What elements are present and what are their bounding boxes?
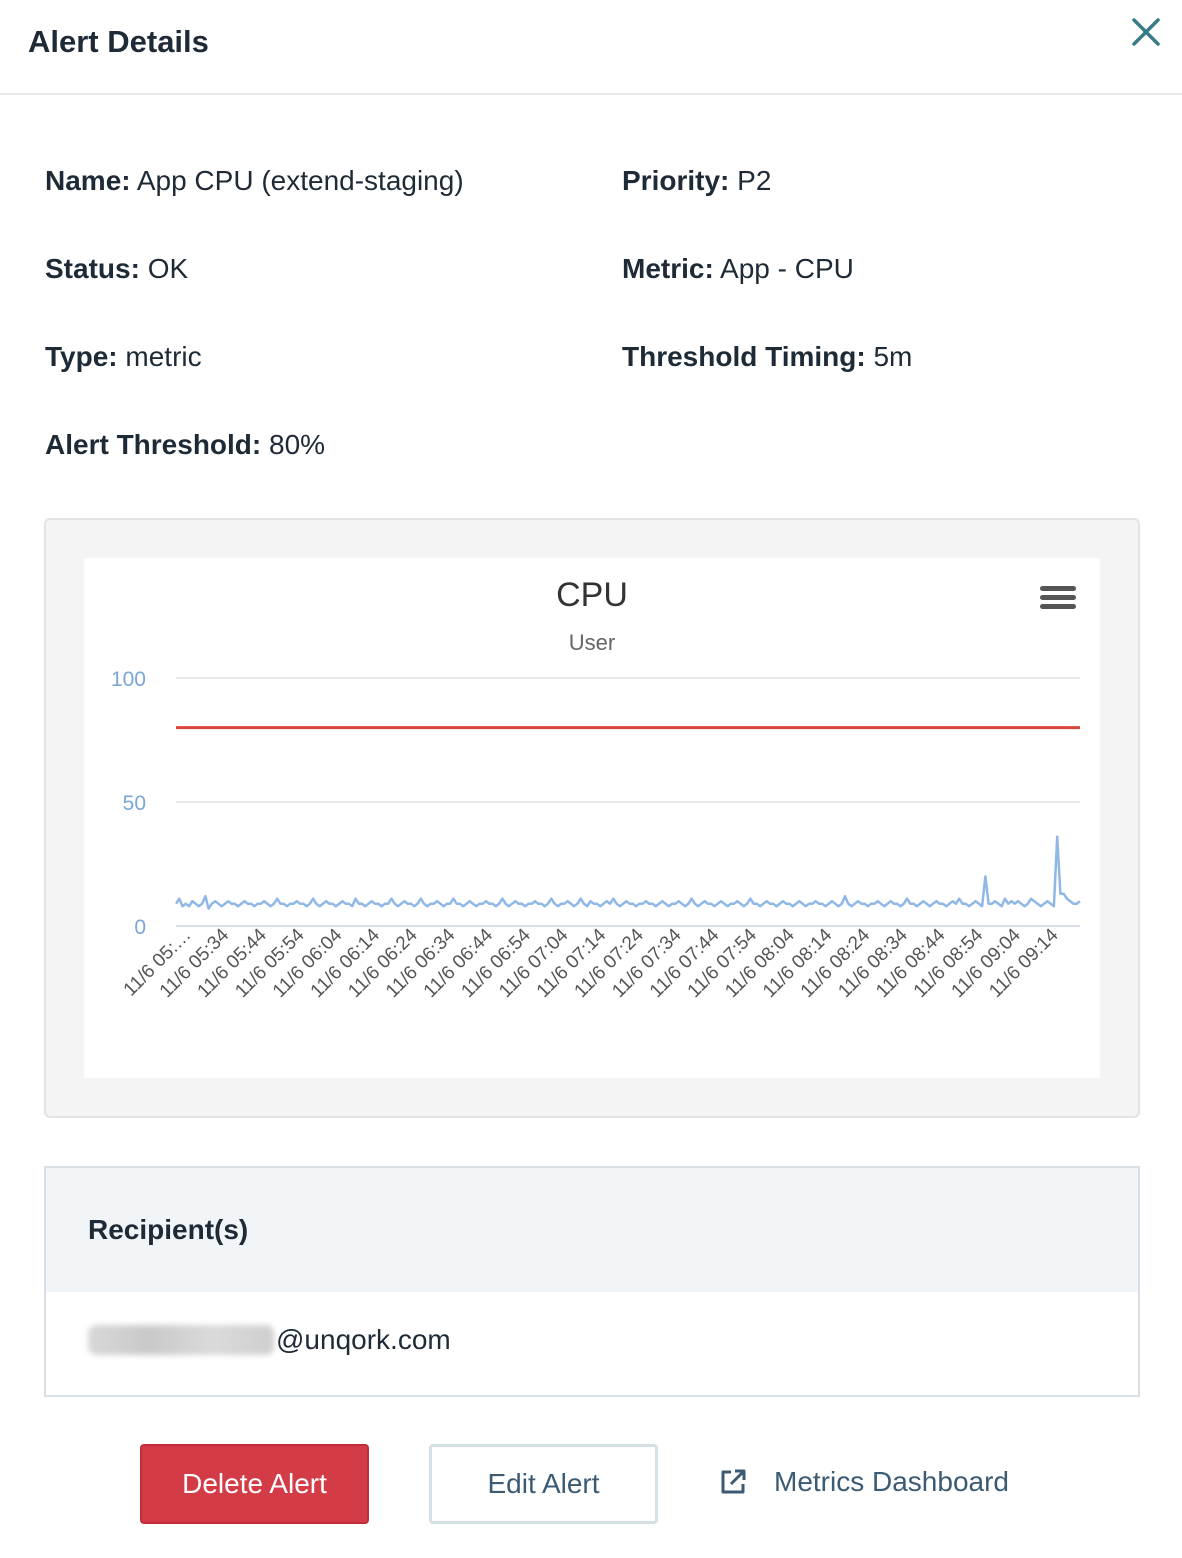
detail-metric-label: Metric: [622, 253, 714, 284]
detail-type-value: metric [125, 341, 202, 372]
chart-menu-button[interactable] [1040, 586, 1076, 616]
menu-icon-bar [1040, 595, 1076, 600]
detail-type: Type: metric [45, 341, 202, 373]
detail-status-label: Status: [45, 253, 140, 284]
detail-threshold-timing-value: 5m [873, 341, 913, 372]
chart-card: CPU User 0 50 100 11/6 05:… 11/6 05:34 11/6 … [44, 518, 1140, 1118]
redacted-email-user [88, 1325, 274, 1355]
y-tick-label: 50 [123, 792, 146, 815]
detail-threshold-timing: Threshold Timing: 5m [622, 341, 912, 373]
metrics-dashboard-label: Metrics Dashboard [774, 1466, 1009, 1497]
detail-alert-threshold-label: Alert Threshold: [45, 429, 262, 460]
detail-priority-label: Priority: [622, 165, 730, 196]
menu-icon-bar [1040, 586, 1076, 591]
recipients-title: Recipient(s) [88, 1214, 249, 1245]
detail-metric: Metric: App - CPU [622, 253, 854, 285]
edit-alert-button[interactable]: Edit Alert [429, 1444, 658, 1524]
menu-icon-bar [1040, 604, 1076, 609]
detail-status: Status: OK [45, 253, 188, 285]
detail-name: Name: App CPU (extend-staging) [45, 165, 464, 197]
y-tick-label: 100 [111, 668, 146, 691]
chart-subtitle: User [569, 630, 615, 655]
detail-status-value: OK [147, 253, 189, 284]
detail-name-label: Name: [45, 165, 131, 196]
detail-name-value: App CPU (extend-staging) [136, 165, 464, 196]
cpu-series-line [174, 835, 1081, 910]
cpu-chart-svg: CPU User 050100 11/6 05:…11/6 05:3411/6 … [111, 576, 1081, 1002]
close-icon [1132, 18, 1160, 46]
delete-alert-button[interactable]: Delete Alert [140, 1444, 369, 1524]
modal-header: Alert Details [0, 0, 1182, 95]
external-link-icon [721, 1469, 746, 1494]
chart-title: CPU [556, 576, 628, 614]
y-tick-label: 0 [134, 916, 146, 939]
detail-metric-value: App - CPU [720, 253, 854, 284]
detail-priority-value: P2 [737, 165, 772, 196]
recipient-email-domain: @unqork.com [276, 1324, 451, 1355]
detail-alert-threshold-value: 80% [269, 429, 326, 460]
cpu-chart: CPU User 0 50 100 11/6 05:… 11/6 05:34 11/6 … [84, 558, 1100, 1078]
close-button[interactable] [1126, 12, 1166, 52]
modal-title: Alert Details [28, 24, 209, 59]
recipient-email: @unqork.com [88, 1324, 451, 1356]
recipients-header: Recipient(s) [46, 1168, 1138, 1292]
metrics-dashboard-link[interactable]: Metrics Dashboard [718, 1462, 1009, 1502]
detail-type-label: Type: [45, 341, 118, 372]
detail-threshold-timing-label: Threshold Timing: [622, 341, 866, 372]
recipients-panel: Recipient(s) @unqork.com [44, 1166, 1140, 1397]
detail-alert-threshold: Alert Threshold: 80% [45, 429, 325, 461]
detail-priority: Priority: P2 [622, 165, 771, 197]
alert-details: Name: App CPU (extend-staging) Priority:… [45, 165, 1145, 475]
